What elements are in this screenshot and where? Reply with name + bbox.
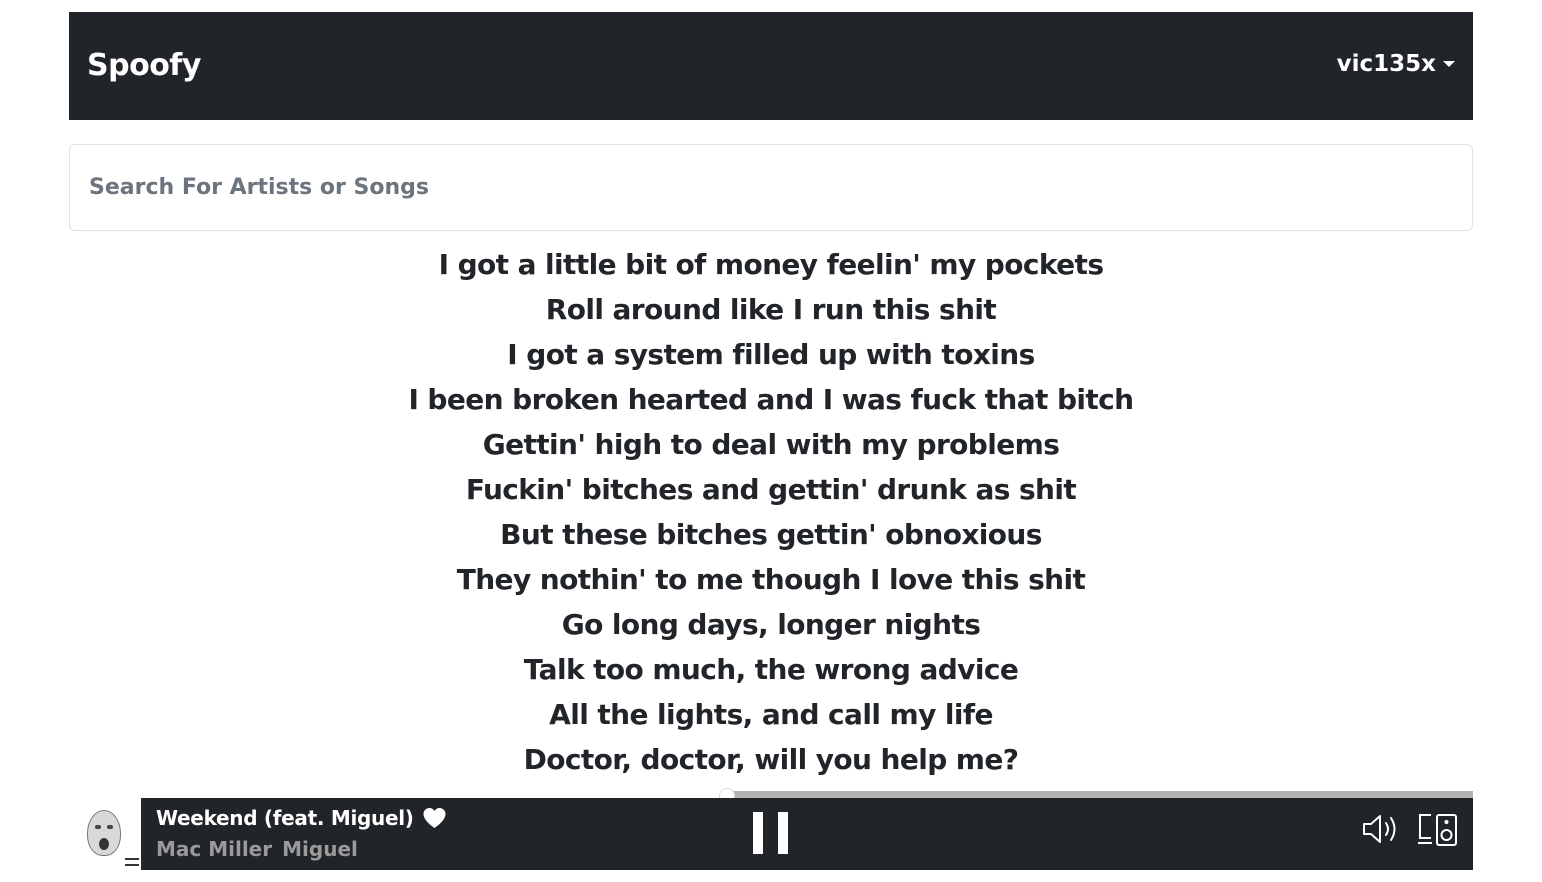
player-controls: Weekend (feat. Miguel) Mac Miller Miguel bbox=[141, 798, 1473, 870]
search-input[interactable] bbox=[70, 145, 1472, 230]
navbar: Spoofy vic135x bbox=[69, 12, 1473, 120]
lyric-line: Talk too much, the wrong advice bbox=[523, 653, 1019, 686]
artist-link[interactable]: Mac Miller bbox=[156, 837, 272, 861]
track-title[interactable]: Weekend (feat. Miguel) bbox=[156, 806, 414, 830]
progress-fill bbox=[141, 791, 728, 798]
brand-logo[interactable]: Spoofy bbox=[87, 48, 201, 83]
lyrics-panel: I got a little bit of money feelin' my p… bbox=[0, 242, 1542, 782]
artist-list: Mac Miller Miguel bbox=[156, 834, 447, 864]
track-title-row: Weekend (feat. Miguel) bbox=[156, 802, 447, 834]
lyric-line: Roll around like I run this shit bbox=[545, 293, 997, 326]
now-playing-bar: Weekend (feat. Miguel) Mac Miller Miguel bbox=[69, 789, 1473, 870]
lyric-line: Gettin' high to deal with my problems bbox=[482, 428, 1060, 461]
lyric-line: Doctor, doctor, will you help me? bbox=[523, 743, 1019, 776]
lyric-line: I got a little bit of money feelin' my p… bbox=[438, 248, 1104, 281]
lyric-line: They nothin' to me though I love this sh… bbox=[456, 563, 1086, 596]
app-container: Spoofy vic135x bbox=[69, 12, 1473, 231]
chevron-down-icon bbox=[1443, 61, 1455, 67]
progress-bar[interactable] bbox=[141, 789, 1473, 803]
album-cover[interactable] bbox=[69, 798, 141, 870]
pause-icon bbox=[778, 812, 788, 854]
album-art-eye bbox=[95, 825, 101, 829]
album-art-face bbox=[87, 810, 121, 856]
pause-icon bbox=[753, 812, 763, 854]
search-box bbox=[69, 144, 1473, 231]
device-icon[interactable] bbox=[1417, 812, 1459, 848]
menu-icon[interactable] bbox=[125, 858, 139, 866]
album-art-mouth bbox=[99, 838, 109, 850]
volume-icon[interactable] bbox=[1361, 812, 1401, 846]
album-art-eye bbox=[107, 825, 113, 829]
lyric-line: All the lights, and call my life bbox=[549, 698, 993, 731]
username-label: vic135x bbox=[1336, 51, 1436, 77]
artist-link[interactable]: Miguel bbox=[282, 837, 358, 861]
track-info: Weekend (feat. Miguel) Mac Miller Miguel bbox=[156, 802, 447, 864]
lyric-line: But these bitches gettin' obnoxious bbox=[500, 518, 1042, 551]
lyric-line: I got a system filled up with toxins bbox=[507, 338, 1035, 371]
pause-button[interactable] bbox=[749, 808, 793, 858]
lyric-line: I been broken hearted and I was fuck tha… bbox=[408, 383, 1134, 416]
lyric-line: Go long days, longer nights bbox=[561, 608, 981, 641]
lyric-line: Fuckin' bitches and gettin' drunk as shi… bbox=[465, 473, 1077, 506]
user-dropdown[interactable]: vic135x bbox=[1337, 51, 1455, 77]
heart-icon[interactable] bbox=[422, 807, 447, 829]
